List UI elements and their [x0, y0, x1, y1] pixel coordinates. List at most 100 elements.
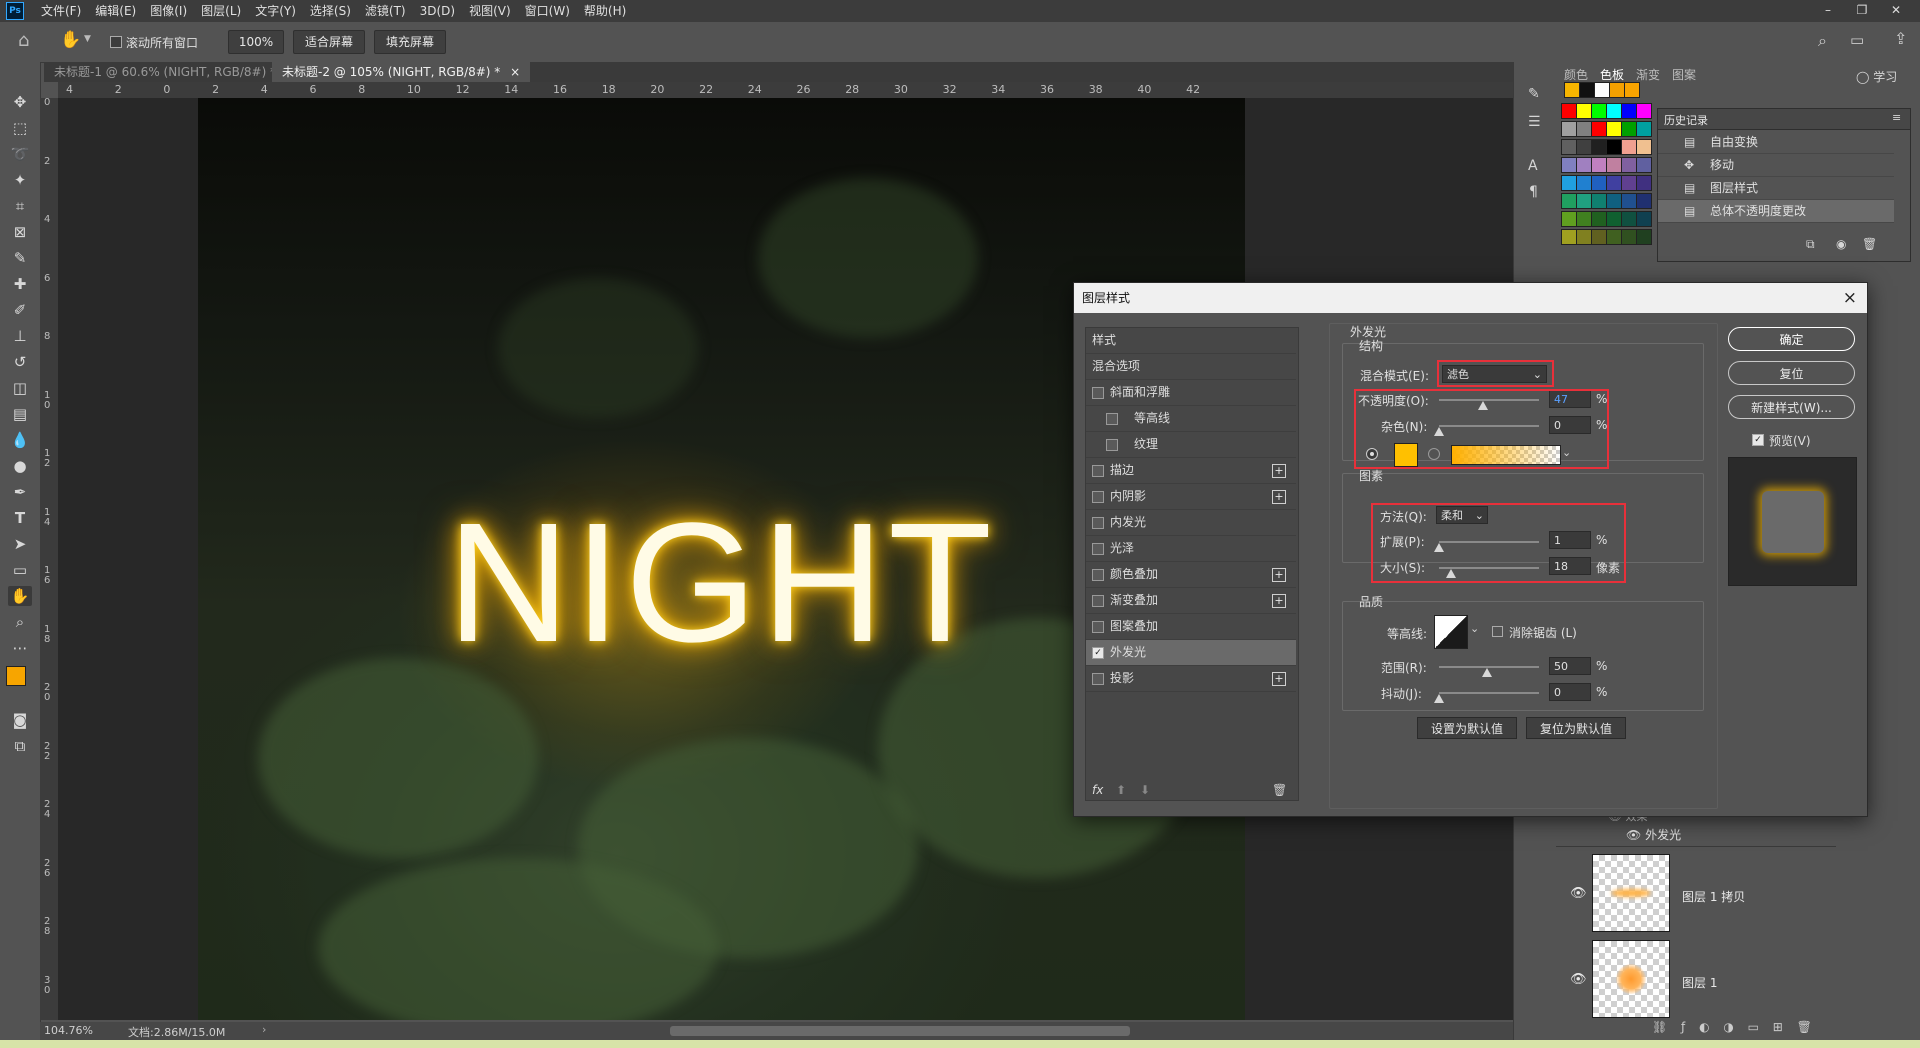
effect-list-item[interactable]: 斜面和浮雕: [1086, 380, 1296, 406]
menu-type[interactable]: 文字(Y): [248, 0, 303, 22]
jitter-slider-knob[interactable]: [1434, 694, 1444, 703]
dodge-tool-icon[interactable]: ●: [8, 456, 32, 476]
gradient-tool-icon[interactable]: ▤: [8, 404, 32, 424]
share-icon[interactable]: ⇪: [1894, 29, 1907, 48]
swatch[interactable]: [1606, 193, 1622, 209]
effect-checkbox[interactable]: [1092, 673, 1104, 685]
fx-icon[interactable]: fx: [1092, 783, 1103, 797]
swatch[interactable]: [1621, 157, 1637, 173]
menu-filter[interactable]: 滤镜(T): [358, 0, 413, 22]
effect-list-item[interactable]: 描边 +: [1086, 458, 1296, 484]
menu-select[interactable]: 选择(S): [303, 0, 358, 22]
add-effect-icon[interactable]: +: [1272, 490, 1286, 504]
screen-mode-icon[interactable]: ⧉: [8, 736, 32, 756]
swatch[interactable]: [1606, 103, 1622, 119]
menu-view[interactable]: 视图(V): [462, 0, 518, 22]
swatch[interactable]: [1636, 193, 1652, 209]
history-brush-tool-icon[interactable]: ↺: [8, 352, 32, 372]
new-style-button[interactable]: 新建样式(W)...: [1728, 395, 1855, 419]
effect-checkbox[interactable]: [1092, 621, 1104, 633]
effect-checkbox[interactable]: [1092, 569, 1104, 581]
add-effect-icon[interactable]: +: [1272, 568, 1286, 582]
contour-picker[interactable]: [1434, 615, 1468, 649]
character-icon[interactable]: A: [1528, 158, 1538, 174]
swatch[interactable]: [1606, 121, 1622, 137]
reset-button[interactable]: 复位: [1728, 361, 1855, 385]
fit-screen-button[interactable]: 适合屏幕: [293, 30, 365, 54]
more-tools-icon[interactable]: ⋯: [8, 638, 32, 658]
effect-list-item[interactable]: 光泽: [1086, 536, 1296, 562]
eraser-tool-icon[interactable]: ◫: [8, 378, 32, 398]
path-selection-tool-icon[interactable]: ➤: [8, 534, 32, 554]
history-item[interactable]: ▤ 图层样式: [1658, 177, 1894, 200]
effect-checkbox[interactable]: [1092, 517, 1104, 529]
swatch[interactable]: [1591, 175, 1607, 191]
tool-preset-chevron-icon[interactable]: ▼: [84, 34, 91, 44]
move-up-icon[interactable]: ⬆: [1116, 783, 1126, 797]
dialog-close-icon[interactable]: ×: [1843, 283, 1857, 313]
menu-window[interactable]: 窗口(W): [518, 0, 577, 22]
effect-list-item[interactable]: ✓ 外发光: [1086, 640, 1296, 666]
swatch[interactable]: [1576, 175, 1592, 191]
hand-tool-active-icon[interactable]: ✋: [8, 586, 32, 606]
move-down-icon[interactable]: ⬇: [1140, 783, 1150, 797]
history-item-selected[interactable]: ▤ 总体不透明度更改: [1658, 200, 1894, 223]
move-tool-icon[interactable]: ✥: [8, 92, 32, 112]
swatch[interactable]: [1636, 175, 1652, 191]
jitter-input[interactable]: 0: [1549, 683, 1591, 701]
swatch[interactable]: [1561, 157, 1577, 173]
add-effect-icon[interactable]: +: [1272, 464, 1286, 478]
swatch[interactable]: [1561, 139, 1577, 155]
marquee-tool-icon[interactable]: ⬚: [8, 118, 32, 138]
swatch[interactable]: [1621, 193, 1637, 209]
layer-name[interactable]: 图层 1 拷贝: [1682, 888, 1745, 905]
effect-checkbox[interactable]: ✓: [1092, 647, 1104, 659]
swatch[interactable]: [1576, 157, 1592, 173]
zoom-tool-icon[interactable]: ⌕: [8, 612, 32, 632]
effect-list-item[interactable]: 样式: [1086, 328, 1296, 354]
swatch[interactable]: [1591, 103, 1607, 119]
paragraph-icon[interactable]: ¶: [1529, 184, 1538, 200]
swatch[interactable]: [1561, 175, 1577, 191]
effect-list-item[interactable]: 投影 +: [1086, 666, 1296, 692]
menu-image[interactable]: 图像(I): [143, 0, 194, 22]
menu-help[interactable]: 帮助(H): [577, 0, 633, 22]
menu-3d[interactable]: 3D(D): [413, 0, 462, 22]
brush-settings-icon[interactable]: ✎: [1528, 86, 1540, 102]
swatch[interactable]: [1591, 229, 1607, 245]
horizontal-scrollbar[interactable]: [670, 1026, 1130, 1036]
swatch[interactable]: [1606, 211, 1622, 227]
swatch[interactable]: [1621, 121, 1637, 137]
swatch[interactable]: [1564, 82, 1580, 98]
crop-tool-icon[interactable]: ⌗: [8, 196, 32, 216]
minimize-icon[interactable]: –: [1812, 0, 1844, 22]
swatch[interactable]: [1561, 103, 1577, 119]
range-slider-knob[interactable]: [1482, 668, 1492, 677]
foreground-color-swatch[interactable]: [6, 666, 26, 686]
tab-patterns[interactable]: 图案: [1672, 66, 1696, 83]
effect-checkbox[interactable]: [1092, 387, 1104, 399]
ok-button[interactable]: 确定: [1728, 327, 1855, 351]
swatch[interactable]: [1561, 211, 1577, 227]
effect-list-item[interactable]: 图案叠加: [1086, 614, 1296, 640]
effect-list-item[interactable]: 混合选项: [1086, 354, 1296, 380]
swatch[interactable]: [1561, 121, 1577, 137]
swatch[interactable]: [1594, 82, 1610, 98]
swatch[interactable]: [1606, 139, 1622, 155]
effect-checkbox[interactable]: [1092, 491, 1104, 503]
lasso-tool-icon[interactable]: ➰: [8, 144, 32, 164]
effect-checkbox[interactable]: [1106, 439, 1118, 451]
blur-tool-icon[interactable]: 💧: [8, 430, 32, 450]
preview-checkbox[interactable]: ✓: [1752, 434, 1764, 446]
swatch[interactable]: [1621, 103, 1637, 119]
fill-screen-button[interactable]: 填充屏幕: [374, 30, 446, 54]
effect-list-item[interactable]: 内发光: [1086, 510, 1296, 536]
stamp-tool-icon[interactable]: ⊥: [8, 326, 32, 346]
visibility-eye-icon[interactable]: 👁: [1570, 886, 1587, 901]
type-tool-icon[interactable]: T: [8, 508, 32, 528]
chevron-down-icon[interactable]: ⌄: [1470, 622, 1479, 635]
menu-file[interactable]: 文件(F): [34, 0, 88, 22]
layers-footer-icons[interactable]: ⛓ ƒ ◐ ◑ ▭ ⊞ 🗑: [1556, 1020, 1836, 1038]
menu-edit[interactable]: 编辑(E): [88, 0, 143, 22]
pen-tool-icon[interactable]: ✒: [8, 482, 32, 502]
